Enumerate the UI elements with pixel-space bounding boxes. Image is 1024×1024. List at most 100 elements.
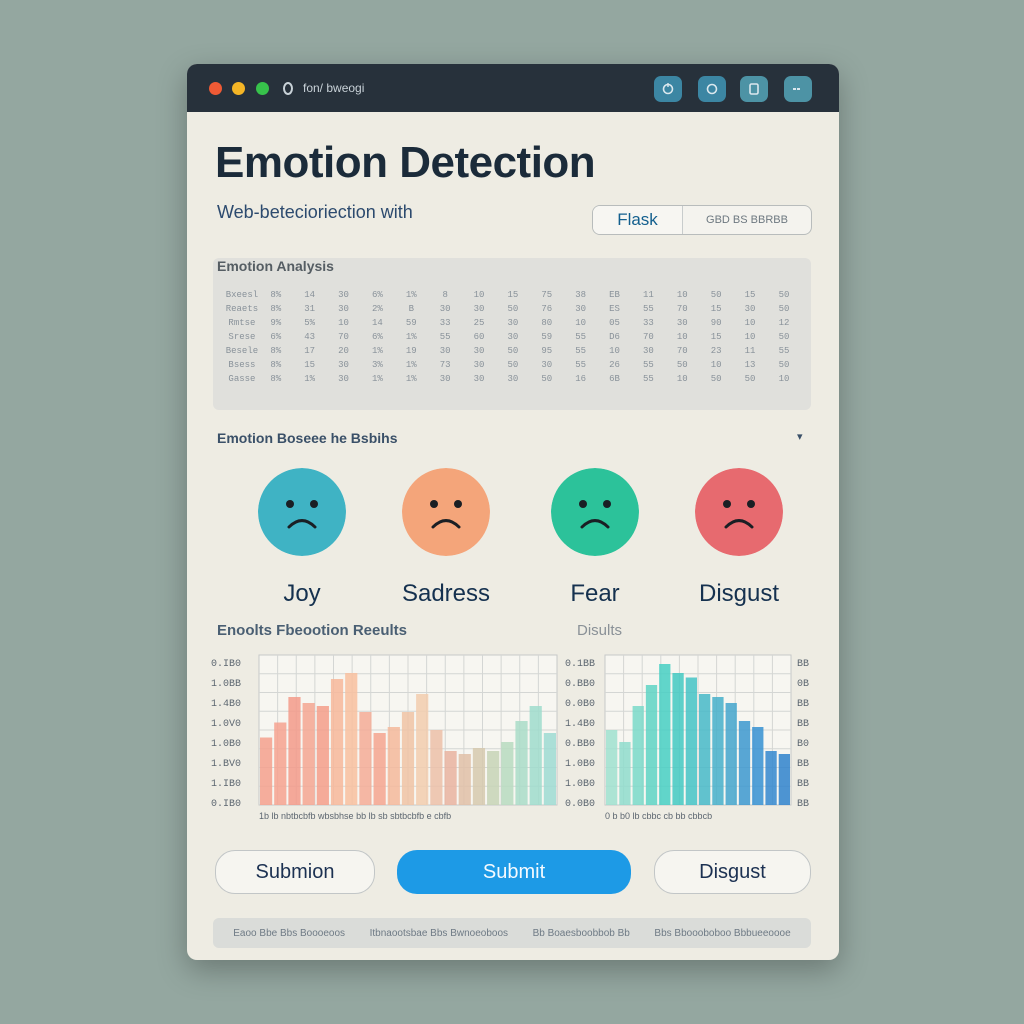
table-cell: 30	[473, 360, 485, 370]
chevron-down-icon[interactable]: ▾	[797, 430, 803, 443]
table-cell: 1%	[405, 360, 417, 370]
y-tick-label: 1.0BB	[211, 679, 241, 690]
table-row: Rmtse 9% 5% 10 14 59 33 25 30 80 10 05 33 30 90 10 12	[225, 316, 801, 330]
table-cell: 80	[541, 318, 553, 328]
y-tick-label: 1.4B0	[211, 699, 241, 710]
doc-icon[interactable]	[740, 76, 768, 102]
table-cell: 50	[744, 374, 756, 384]
table-cell: 26	[609, 360, 620, 370]
y-tick-label: 0.IB0	[211, 799, 241, 810]
bar	[387, 727, 400, 805]
emotion-card-fear[interactable]: Fear	[540, 468, 650, 608]
y-tick-label-right: BB	[797, 699, 809, 710]
x-axis-caption: 1b lb nbtbcbfb wbsbhse bb lb sb sbtbcbfb…	[259, 811, 451, 821]
table-cell: 10	[676, 290, 688, 300]
table-cell: D6	[609, 332, 620, 342]
minimize-window-button[interactable]	[232, 82, 245, 95]
bar	[444, 751, 457, 805]
table-cell: 33	[643, 318, 654, 328]
bar	[515, 721, 528, 805]
table-cell: 76	[541, 304, 553, 314]
table-cell: 2%	[372, 304, 383, 314]
table-cell: 50	[710, 290, 722, 300]
table-cell: 16	[575, 374, 587, 384]
table-cell: 10	[744, 332, 756, 342]
table-cell: 30	[507, 332, 519, 342]
emotion-label-fear: Fear	[570, 580, 620, 607]
bar	[430, 730, 443, 805]
table-cell: 15	[710, 332, 722, 342]
emotion-card-disgust[interactable]: Disgust	[684, 468, 794, 608]
disgust-button[interactable]: Disgust	[654, 850, 811, 894]
table-cell: 10	[676, 332, 688, 342]
table-cell: 3%	[372, 360, 383, 370]
table-cell: 50	[778, 360, 790, 370]
table-cell: 8%	[270, 290, 282, 300]
footer-item[interactable]: Bbs Bboooboboo Bbbueeoooe	[654, 928, 790, 939]
bar	[416, 694, 429, 805]
table-cell: 10	[710, 360, 722, 370]
table-cell: 30	[507, 318, 519, 328]
emotion-results-chart-right: 0.1BB 0.BB0 0.0B0 1.4B0 0.BB0 1.0B0 1.0B0 0.0B0…	[561, 651, 825, 831]
table-cell: 30	[338, 304, 349, 314]
table-cell: Gasse	[228, 374, 256, 384]
footer-item[interactable]: Bb Boaesboobbob Bb	[533, 928, 630, 939]
bar	[699, 694, 711, 805]
table-cell: 50	[541, 374, 553, 384]
y-tick-label: 0.0B0	[565, 799, 595, 810]
table-cell: 55	[439, 332, 451, 342]
table-cell: 9%	[270, 318, 282, 328]
bar	[260, 737, 273, 805]
table-cell: 70	[338, 332, 349, 342]
table-cell: 25	[473, 318, 485, 328]
table-cell: 43	[304, 332, 316, 342]
close-window-button[interactable]	[209, 82, 222, 95]
footer-item[interactable]: Eaoo Bbe Bbs Boooeoos	[233, 928, 345, 939]
bar	[725, 703, 737, 805]
table-cell: 55	[643, 360, 654, 370]
emotion-card-joy[interactable]: Joy	[247, 468, 357, 608]
bar	[274, 722, 287, 805]
bar	[645, 685, 658, 805]
table-row: Besele 8% 17 20 1% 19 30 30 50 95 55 10 30 70 23 11 55	[225, 344, 801, 358]
submion-button[interactable]: Submion	[215, 850, 375, 894]
record-icon[interactable]	[698, 76, 726, 102]
bar	[373, 733, 386, 805]
table-cell: 59	[541, 332, 553, 342]
page-subtitle: Web-betecioriection with	[217, 202, 413, 222]
table-cell: 30	[439, 346, 451, 356]
table-cell: 1%	[405, 374, 417, 384]
table-cell: 55	[778, 346, 790, 356]
refresh-icon[interactable]	[654, 76, 682, 102]
analysis-panel-label: Emotion Analysis	[217, 258, 334, 274]
table-cell: 50	[507, 360, 519, 370]
table-cell: 10	[744, 318, 756, 328]
table-cell: 1%	[372, 374, 383, 384]
table-cell: 55	[575, 346, 587, 356]
address-bar[interactable]: fon/ bweogi	[283, 76, 423, 100]
emotion-card-sadness[interactable]: Sadress	[391, 468, 501, 608]
flask-button[interactable]: Flask	[593, 206, 683, 234]
table-cell: 50	[676, 360, 688, 370]
site-icon	[283, 81, 293, 95]
results-title: Enoolts Fbeootion Reeults	[217, 622, 407, 639]
joy-face-icon	[258, 468, 346, 556]
table-cell: 55	[575, 332, 587, 342]
submit-button[interactable]: Submit	[397, 850, 631, 894]
footer-item[interactable]: Itbnaootsbae Bbs Bwnoeoboos	[370, 928, 508, 939]
table-cell: 50	[507, 346, 519, 356]
table-cell: 8%	[270, 346, 282, 356]
table-cell: 11	[744, 346, 756, 356]
table-cell: 15	[710, 304, 722, 314]
menu-icon[interactable]	[784, 76, 812, 102]
table-cell: EB	[609, 290, 620, 300]
maximize-window-button[interactable]	[256, 82, 269, 95]
bar	[487, 751, 500, 805]
emotion-results-chart-left: 0.IB0 1.0BB 1.4B0 1.0V0 1.0B0 1.BV0 1.IB0 0.IB0…	[207, 651, 563, 831]
y-tick-label-right: BB	[797, 659, 809, 670]
x-axis-caption: 0 b b0 lb cbbc cb bb cbbcb	[605, 811, 712, 821]
disgust-face-icon	[695, 468, 783, 556]
table-cell: 30	[473, 304, 485, 314]
table-cell: 30	[439, 374, 451, 384]
bar	[359, 712, 372, 805]
